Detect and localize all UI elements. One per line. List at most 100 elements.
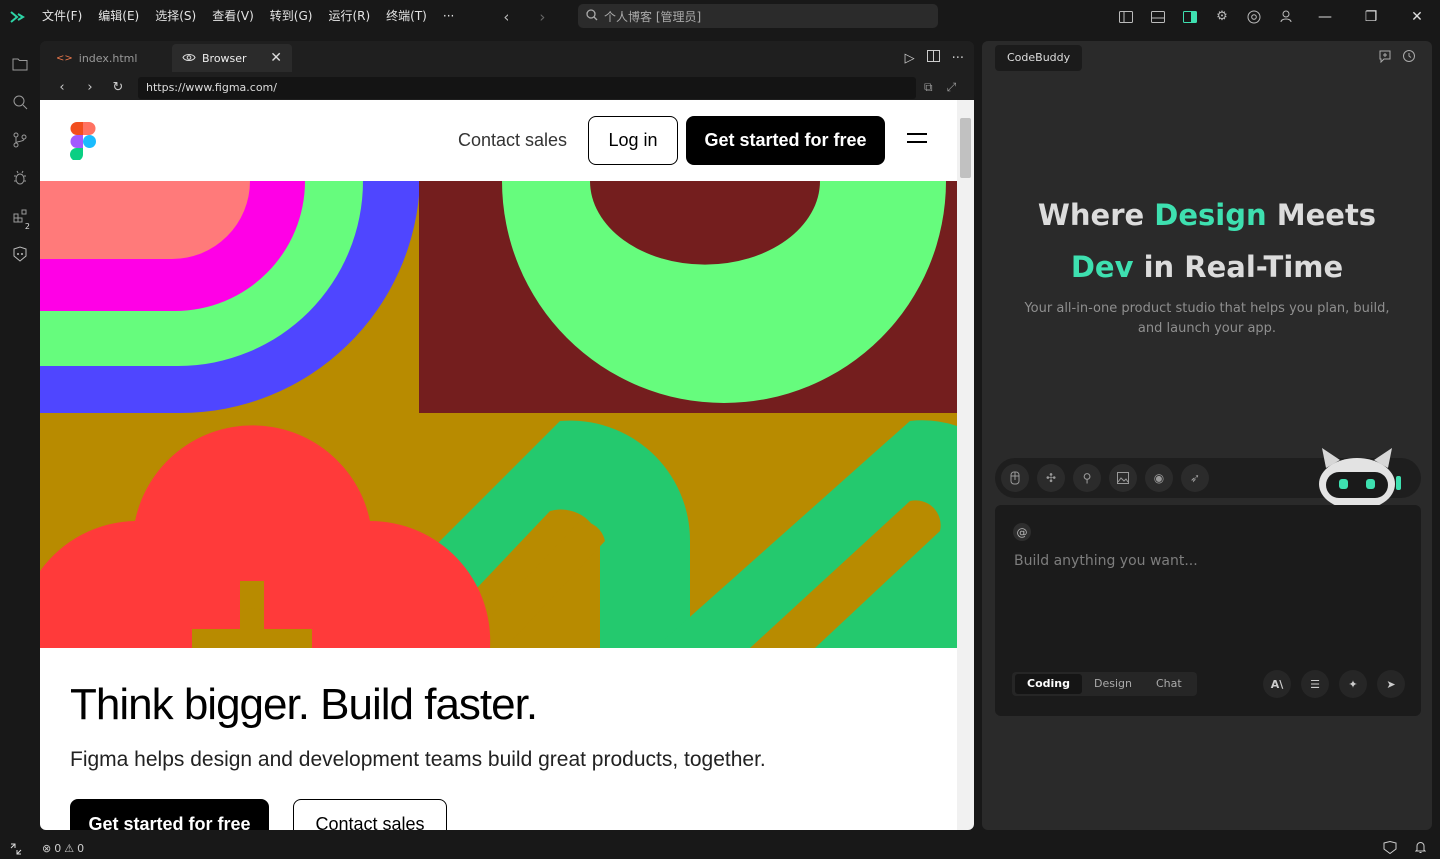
tab-label: index.html xyxy=(78,51,138,65)
mode-coding[interactable]: Coding xyxy=(1015,674,1082,694)
notifications-bell-icon[interactable] xyxy=(1414,841,1427,857)
hero-illustration xyxy=(40,181,957,648)
toggle-secondary-sidebar-icon[interactable] xyxy=(1174,0,1206,33)
title-part: Meets xyxy=(1266,198,1377,232)
task-list-icon[interactable]: ☰ xyxy=(1301,670,1329,698)
hero-contact-sales-button[interactable]: Contact sales xyxy=(293,799,447,830)
new-chat-icon[interactable] xyxy=(1378,49,1392,67)
title-part: Where xyxy=(1037,198,1155,232)
close-tab-icon[interactable]: ✕ xyxy=(270,50,282,66)
run-play-icon[interactable]: ▷ xyxy=(905,51,915,66)
send-icon[interactable]: ➤ xyxy=(1377,670,1405,698)
mode-design[interactable]: Design xyxy=(1082,674,1144,694)
url-input[interactable]: https://www.figma.com/ xyxy=(138,76,916,99)
debug-icon[interactable] xyxy=(0,159,40,197)
tab-index-html[interactable]: <> index.html xyxy=(46,44,166,72)
tab-browser[interactable]: Browser ✕ xyxy=(172,44,292,72)
settings-gear-icon[interactable]: ⚙ xyxy=(1206,0,1238,33)
hamburger-menu-icon[interactable] xyxy=(907,133,927,149)
account-icon[interactable] xyxy=(1270,0,1302,33)
activity-bar: 2 xyxy=(0,33,40,838)
extensions-icon[interactable]: 2 xyxy=(0,197,40,235)
browser-webview: Contact sales Log in Get started for fre… xyxy=(40,100,957,830)
component-tool-icon[interactable]: ✣ xyxy=(1037,464,1065,492)
input-actions: A\ ☰ ✦ ➤ xyxy=(1263,670,1405,698)
codebuddy-status-icon[interactable] xyxy=(1383,840,1397,857)
back-arrow-icon[interactable]: ‹ xyxy=(488,8,524,26)
panel-hero-subtitle: Your all-in-one product studio that help… xyxy=(1024,301,1390,336)
figma-logo-icon[interactable] xyxy=(70,122,96,164)
toggle-panel-icon[interactable] xyxy=(1142,0,1174,33)
search-icon[interactable] xyxy=(0,83,40,121)
error-count: 0 xyxy=(54,842,62,855)
history-icon[interactable] xyxy=(1402,49,1416,67)
eye-icon xyxy=(182,52,196,65)
extensions-badge: 2 xyxy=(24,222,30,231)
rocket-deploy-icon[interactable]: ➶ xyxy=(1181,464,1209,492)
chat-input-placeholder[interactable]: Build anything you want... xyxy=(1014,553,1198,569)
open-external-icon[interactable]: ⧉ xyxy=(924,80,933,95)
more-actions-icon[interactable]: ··· xyxy=(952,51,964,66)
mode-chat[interactable]: Chat xyxy=(1144,674,1194,694)
remote-connection-icon[interactable] xyxy=(0,838,32,859)
problems-indicator[interactable]: ⊗ 0 ⚠ 0 xyxy=(42,842,84,855)
split-editor-icon[interactable] xyxy=(926,50,940,66)
webview-scrollbar[interactable] xyxy=(957,100,974,830)
model-select-icon[interactable]: A\ xyxy=(1263,670,1291,698)
toggle-primary-sidebar-icon[interactable] xyxy=(1110,0,1142,33)
menu-file[interactable]: 文件(F) xyxy=(34,0,90,33)
preview-eye-icon[interactable]: ◉ xyxy=(1145,464,1173,492)
figma-tool-icon[interactable] xyxy=(1001,464,1029,492)
title-accent-design: Design xyxy=(1154,198,1267,232)
panel-hero-title: Where Design Meets Dev in Real-Time xyxy=(982,189,1432,293)
codebuddy-panel: CodeBuddy Where Design Meets Dev in Real… xyxy=(982,41,1432,830)
contact-sales-link[interactable]: Contact sales xyxy=(458,130,567,151)
sparkle-enhance-icon[interactable]: ✦ xyxy=(1339,670,1367,698)
get-started-button[interactable]: Get started for free xyxy=(686,116,885,165)
browser-back-icon[interactable]: ‹ xyxy=(48,80,76,95)
search-icon xyxy=(586,8,598,24)
menu-terminal[interactable]: 终端(T) xyxy=(378,0,435,33)
status-right xyxy=(1383,838,1427,859)
menu-run[interactable]: 运行(R) xyxy=(320,0,378,33)
error-icon: ⊗ xyxy=(42,842,52,855)
status-bar: ⊗ 0 ⚠ 0 xyxy=(0,838,1440,859)
minimize-window-icon[interactable]: — xyxy=(1302,0,1348,33)
panel-tab-codebuddy[interactable]: CodeBuddy xyxy=(995,45,1083,71)
browser-reload-icon[interactable]: ↻ xyxy=(104,80,132,95)
close-window-icon[interactable]: ✕ xyxy=(1394,0,1440,33)
mode-switch: Coding Design Chat xyxy=(1012,672,1197,696)
mention-at-icon[interactable]: @ xyxy=(1013,523,1031,541)
restore-window-icon[interactable]: ❐ xyxy=(1348,0,1394,33)
command-search-box[interactable]: 个人博客 [管理员] xyxy=(578,4,938,28)
editor-actions: ▷ ··· xyxy=(905,41,964,75)
expand-icon[interactable]: ⤢ xyxy=(947,80,957,95)
menu-selection[interactable]: 选择(S) xyxy=(147,0,204,33)
menu-go[interactable]: 转到(G) xyxy=(262,0,321,33)
menu-view[interactable]: 查看(V) xyxy=(204,0,262,33)
warning-icon: ⚠ xyxy=(64,842,75,855)
login-button[interactable]: Log in xyxy=(588,116,678,165)
editor-tabs: <> index.html Browser ✕ ▷ ··· xyxy=(40,41,974,75)
forward-arrow-icon[interactable]: › xyxy=(524,8,560,26)
codebuddy-icon[interactable] xyxy=(0,235,40,273)
browser-url-bar: ‹ › ↻ https://www.figma.com/ ⧉ ⤢ xyxy=(40,75,974,100)
magic-wand-icon[interactable]: ⚲ xyxy=(1073,464,1101,492)
panel-actions xyxy=(1378,49,1416,67)
explorer-icon[interactable] xyxy=(0,45,40,83)
browser-forward-icon[interactable]: › xyxy=(76,80,104,95)
title-accent-dev: Dev xyxy=(1070,250,1134,284)
source-control-icon[interactable] xyxy=(0,121,40,159)
code-icon: <> xyxy=(56,52,73,64)
scrollbar-thumb[interactable] xyxy=(960,118,971,178)
app-logo-icon xyxy=(0,0,34,33)
menu-edit[interactable]: 编辑(E) xyxy=(90,0,147,33)
chrome-browser-icon[interactable] xyxy=(1238,0,1270,33)
hero-get-started-button[interactable]: Get started for free xyxy=(70,799,269,830)
editor-group: <> index.html Browser ✕ ▷ ··· ‹ › ↻ http… xyxy=(40,41,974,830)
chat-input-box[interactable]: @ Build anything you want... Coding Desi… xyxy=(995,505,1421,716)
url-actions: ⧉ ⤢ xyxy=(924,80,956,95)
image-tool-icon[interactable] xyxy=(1109,464,1137,492)
title-part: in Real-Time xyxy=(1133,250,1344,284)
menu-more[interactable]: ··· xyxy=(435,0,462,33)
